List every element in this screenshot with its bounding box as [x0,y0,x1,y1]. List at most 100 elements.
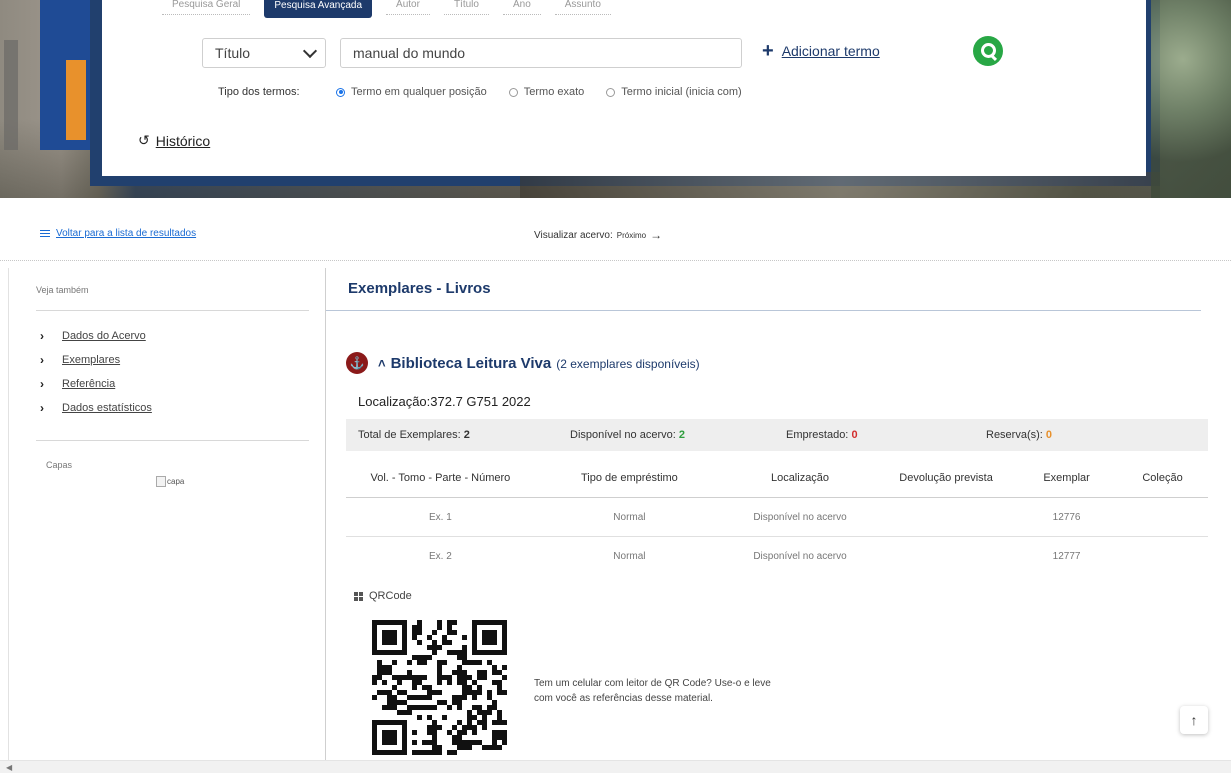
background-pillar [4,40,18,150]
term-type-row: Tipo dos termos: Termo em qualquer posiç… [218,86,764,98]
radio-dot [508,87,518,97]
back-to-top-button[interactable]: ↑ [1180,706,1208,734]
sidebar-item-dados-estatisticos[interactable]: › Dados estatísticos [40,396,152,420]
radio-exact[interactable]: Termo exato [508,86,584,98]
decor-orange-panel [66,60,86,140]
available-copies-label: Disponível no acervo: [570,429,676,441]
tab-advanced[interactable]: Pesquisa Avançada [264,0,373,18]
available-copies-value: 2 [678,429,685,441]
table-row: Ex. 2 Normal Disponível no acervo 12777 [346,537,1208,576]
library-availability: (2 exemplares disponíveis) [556,356,700,371]
table-header-row: Vol. - Tomo - Parte - Número Tipo de emp… [346,459,1208,498]
next-link[interactable]: Próximo [617,231,646,240]
library-name: Biblioteca Leitura Viva [390,354,552,372]
tab-general[interactable]: Pesquisa Geral [162,0,251,15]
col-location: Localização [724,459,877,498]
loaned-copies-label: Emprestado: [786,429,849,441]
field-select[interactable]: Título [202,38,326,68]
title-divider [326,310,1201,311]
sidebar-item-dados-acervo[interactable]: › Dados do Acervo [40,324,152,348]
table-cell: Normal [534,497,724,537]
divider [36,310,309,311]
sidebar-item-referencia[interactable]: › Referência [40,372,152,396]
call-number: Localização:372.7 G751 2022 [358,394,531,409]
sidebar-item-exemplares[interactable]: › Exemplares [40,348,152,372]
broken-image-icon [156,476,166,487]
view-collection-label: Visualizar acervo: [534,229,613,241]
table-cell: 12777 [1052,550,1081,562]
hero-banner: Pesquisa Geral Pesquisa Avançada Autor T… [0,0,1231,198]
advanced-search-panel: Pesquisa Geral Pesquisa Avançada Autor T… [102,0,1146,176]
col-copy: Exemplar [1016,459,1118,498]
loaned-copies-value: 0 [851,429,858,441]
search-button[interactable] [973,36,1003,66]
chevron-right-icon: › [40,329,44,343]
qrcode-description: Tem um celular com leitor de QR Code? Us… [534,678,771,704]
table-cell: Ex. 1 [346,497,535,537]
main-content: Exemplares - Livros ⚓ ˄ Biblioteca Leitu… [326,268,1231,760]
library-header: ⚓ ˄ Biblioteca Leitura Viva (2 exemplare… [346,352,700,374]
scroll-left-icon[interactable]: ◀ [6,763,12,772]
reserves-label: Reserva(s): [986,429,1043,441]
radio-starts-with[interactable]: Termo inicial (inicia com) [606,86,742,98]
tab-year[interactable]: Ano [502,0,541,15]
col-collection: Coleção [1117,459,1208,498]
history-icon: ↺ [138,132,150,148]
table-cell: Disponível no acervo [724,497,877,537]
divider [36,440,309,441]
radio-dot [606,87,616,97]
sidebar-item-label: Exemplares [62,354,121,366]
table-cell [1117,537,1208,576]
cover-image: capa [156,476,184,487]
table-cell: Ex. 2 [429,550,452,562]
sidebar: Veja também › Dados do Acervo › Exemplar… [0,268,325,758]
col-volume: Vol. - Tomo - Parte - Número [346,459,535,498]
table-cell [1117,497,1208,537]
sidebar-item-label: Dados estatísticos [62,402,152,414]
list-icon [40,229,50,238]
table-cell [876,497,1017,537]
chevron-right-icon: › [40,401,44,415]
add-term-label: Adicionar termo [781,43,880,59]
search-term-input[interactable] [340,38,742,68]
qrcode-heading: QRCode [354,590,412,602]
library-icon: ˄ [378,355,386,371]
total-copies-value: 2 [463,429,470,441]
reserves: Reserva(s): 0 [986,429,1052,441]
add-term-button[interactable]: + Adicionar termo [762,41,880,61]
total-copies-label: Total de Exemplares: [358,429,461,441]
qrcode-icon [354,591,363,601]
qrcode-image [372,620,512,760]
back-to-results-link[interactable]: Voltar para a lista de resultados [40,228,196,239]
qrcode-title: QRCode [369,590,412,602]
library-name-row: ˄ Biblioteca Leitura Viva (2 exemplares … [378,355,700,372]
table-cell: Disponível no acervo [753,550,847,562]
radio-label: Termo inicial (inicia com) [621,86,742,98]
qrcode-graphic [372,620,507,755]
arrow-right-icon[interactable]: → [650,228,662,242]
background-tree [1151,0,1231,198]
sidebar-item-label: Dados do Acervo [62,330,146,342]
horizontal-scrollbar[interactable]: ◀ [0,760,1231,773]
available-copies: Disponível no acervo: 2 [570,429,685,441]
field-select-value: Título [215,45,251,61]
chevron-right-icon: › [40,377,44,391]
page-title: Exemplares - Livros [348,280,491,297]
col-loan-type: Tipo de empréstimo [534,459,724,498]
history-link[interactable]: ↺ Histórico [138,132,210,149]
totals-bar: Total de Exemplares: 2 Disponível no ace… [346,419,1208,451]
history-label: Histórico [155,132,211,149]
cover-alt-text: capa [167,477,185,486]
see-also-heading: Veja também [36,285,89,295]
sidebar-item-label: Referência [62,378,116,390]
library-badge-icon: ⚓ [346,352,368,374]
tab-subject[interactable]: Assunto [554,0,611,15]
reserves-value: 0 [1045,429,1053,441]
tab-author[interactable]: Autor [386,0,430,15]
radio-any-position[interactable]: Termo em qualquer posição [336,86,487,98]
term-type-label: Tipo dos termos: [218,86,300,98]
arrow-up-icon: ↑ [1190,712,1198,728]
tab-title[interactable]: Título [443,0,489,15]
table-cell [876,537,1016,576]
table-cell: Normal [613,550,646,562]
